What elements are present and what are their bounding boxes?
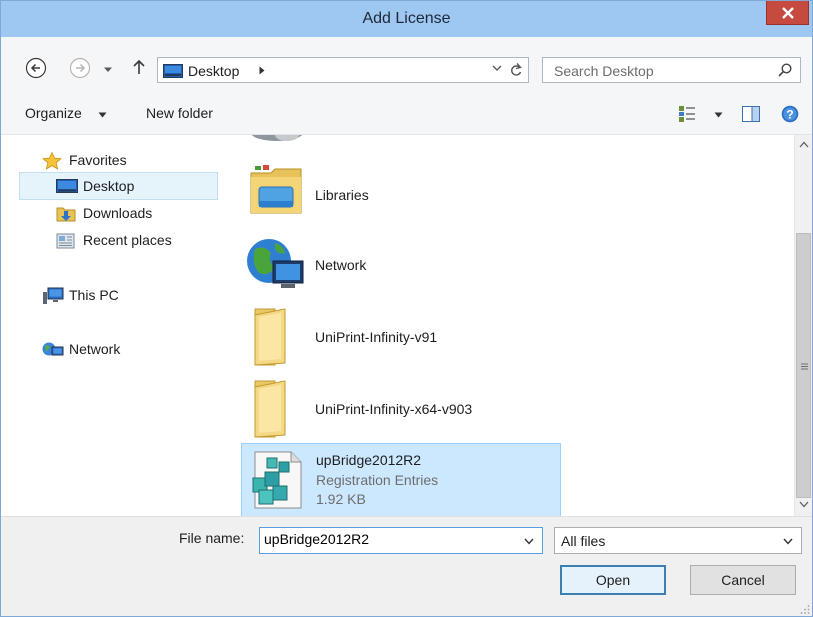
file-list: Libraries Network UniPrint-Infinity-v91 [233,135,794,516]
new-folder-button[interactable]: New folder [146,105,213,121]
selected-file-size: 1.92 KB [316,491,366,507]
chevron-right-icon[interactable] [259,66,265,75]
svg-text:?: ? [786,108,793,122]
title-bar[interactable]: Add License [1,1,812,37]
partial-item-icon [251,135,303,141]
dialog-footer: File name: All files Open Cancel [1,516,812,616]
file-name: UniPrint-Infinity-v91 [315,329,438,345]
downloads-folder-icon [56,207,76,222]
open-button[interactable]: Open [560,565,666,595]
cancel-button[interactable]: Cancel [690,565,796,595]
desktop-icon [56,179,78,193]
selected-file-item[interactable]: upBridge2012R2 Registration Entries 1.92… [241,443,561,516]
folder-icon [254,308,286,366]
search-icon[interactable] [778,63,792,77]
resize-grip-icon[interactable] [800,604,810,614]
list-item[interactable]: Libraries [241,163,561,227]
organize-button[interactable]: Organize [25,105,82,121]
search-input[interactable]: Search Desktop [554,63,654,79]
desktop-icon [163,64,183,78]
close-button[interactable] [766,1,809,25]
back-button[interactable] [25,57,47,79]
address-location[interactable]: Desktop [188,63,239,79]
folder-icon [254,380,286,438]
libraries-icon [250,165,302,214]
selected-file-type: Registration Entries [316,472,439,488]
nav-network-label: Network [69,341,121,357]
nav-recent-places-label: Recent places [83,232,172,248]
network-globe-icon [247,239,304,288]
selected-file-name: upBridge2012R2 [316,452,422,468]
nav-favorites-label: Favorites [69,152,127,168]
list-item[interactable]: Network [241,233,561,297]
list-item[interactable]: UniPrint-Infinity-x64-v903 [241,377,561,441]
list-item[interactable]: UniPrint-Infinity-v91 [241,305,561,369]
address-bar[interactable]: Desktop [157,57,529,83]
close-icon [782,7,794,19]
forward-arrow-icon [69,57,91,79]
recent-locations-button[interactable] [103,61,115,83]
chevron-down-icon[interactable] [714,112,723,118]
nav-this-pc-label: This PC [69,287,119,303]
file-name: Network [315,257,367,273]
scroll-up-icon[interactable] [799,141,809,148]
back-arrow-icon [25,57,47,79]
file-name-combobox[interactable] [259,527,543,554]
change-view-icon[interactable] [678,105,696,123]
nav-downloads-label: Downloads [83,205,153,221]
file-name-field[interactable] [264,531,514,547]
file-type-value: All files [561,533,606,549]
chevron-down-icon[interactable] [524,538,534,545]
file-name: UniPrint-Infinity-x64-v903 [315,401,473,417]
nav-desktop-label: Desktop [83,178,135,194]
dialog-window: Add License Desktop Search Desktop Organ… [0,0,813,617]
preview-pane-icon[interactable] [742,106,760,122]
command-toolbar: Organize New folder ? [1,93,812,135]
registry-file-icon [252,451,302,509]
up-arrow-icon [133,59,145,74]
scrollbar-thumb[interactable] [796,233,811,498]
dialog-title: Add License [362,10,451,27]
chevron-down-icon [104,67,112,72]
up-button[interactable] [131,57,153,79]
grip-icon [801,363,808,370]
recent-places-icon [56,233,75,249]
network-icon [42,342,64,356]
scroll-down-icon[interactable] [799,501,809,508]
chevron-down-icon[interactable] [783,538,793,545]
star-icon [42,152,62,170]
forward-button[interactable] [69,57,91,79]
navigation-pane: Favorites Desktop Downloads Recent place… [1,135,233,516]
help-icon[interactable]: ? [781,105,799,123]
file-type-select[interactable]: All files [554,527,802,554]
search-box[interactable]: Search Desktop [542,57,801,83]
file-name-label: File name: [179,530,245,546]
chevron-down-icon[interactable] [492,64,502,72]
refresh-icon[interactable] [509,62,523,78]
file-name: Libraries [315,187,369,203]
address-row: Desktop Search Desktop [1,37,812,93]
this-pc-icon [43,287,64,304]
chevron-down-icon[interactable] [98,112,107,118]
vertical-scrollbar[interactable] [794,135,812,516]
